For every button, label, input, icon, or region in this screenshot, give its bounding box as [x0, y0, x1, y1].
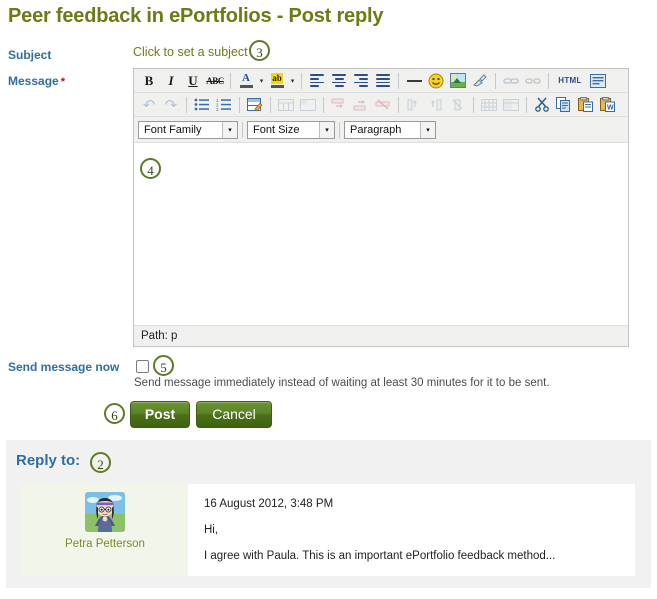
edit-table-icon[interactable] — [244, 95, 266, 115]
callout-marker-6: 6 — [104, 403, 125, 424]
avatar[interactable] — [85, 492, 125, 532]
toolbar-separator — [301, 72, 302, 89]
svg-text:3: 3 — [216, 107, 219, 111]
send-message-now-help-text: Send message immediately instead of wait… — [134, 377, 550, 389]
cancel-button[interactable]: Cancel — [196, 401, 272, 428]
insert-image-icon[interactable] — [447, 71, 469, 91]
text-color-icon[interactable]: A — [235, 71, 257, 91]
table-row-properties-icon[interactable] — [275, 95, 297, 115]
reply-to-heading: Reply to: — [16, 452, 81, 469]
callout-marker-4: 4 — [140, 158, 161, 179]
message-label-text: Message — [8, 74, 59, 88]
toolbar-separator — [548, 72, 549, 89]
italic-icon[interactable]: I — [160, 71, 182, 91]
bullet-list-icon[interactable] — [191, 95, 213, 115]
paragraph-format-value: Paragraph — [350, 123, 402, 136]
chevron-down-icon: ▾ — [222, 121, 237, 138]
toolbar-separator — [230, 72, 231, 89]
callout-marker-3: 3 — [249, 40, 270, 61]
paste-icon[interactable] — [575, 95, 597, 115]
delete-column-icon[interactable] — [447, 95, 469, 115]
subject-label: Subject — [8, 48, 52, 62]
post-button[interactable]: Post — [130, 401, 190, 428]
undo-icon[interactable]: ↶ — [138, 95, 160, 115]
editor-toolbar-row-2: ↶ ↷ 1 2 3 W — [134, 93, 628, 117]
post-author-column: Petra Petterson — [22, 484, 188, 576]
toolbar-separator — [398, 96, 399, 113]
background-color-dropdown-icon[interactable]: ▾ — [288, 71, 297, 91]
font-size-value: Font Size — [253, 123, 300, 136]
horizontal-rule-icon[interactable] — [403, 71, 425, 91]
table-cell-properties-icon[interactable] — [297, 95, 319, 115]
post-date: 16 August 2012, 3:48 PM — [204, 498, 334, 510]
original-post: Petra Petterson 16 August 2012, 3:48 PM … — [22, 484, 635, 576]
insert-link-icon[interactable] — [500, 71, 522, 91]
toolbar-separator — [186, 96, 187, 113]
toolbar-separator — [239, 96, 240, 113]
message-label: Message * — [8, 74, 65, 88]
font-family-value: Font Family — [144, 123, 202, 136]
editor-toolbar-row-1: B I U ABC A ▾ ab ▾ HTML — [134, 69, 628, 93]
toolbar-separator — [270, 96, 271, 113]
insert-column-after-icon[interactable] — [425, 95, 447, 115]
align-justify-icon[interactable] — [372, 71, 394, 91]
copy-icon[interactable] — [553, 95, 575, 115]
chevron-down-icon: ▾ — [420, 121, 435, 138]
font-family-select[interactable]: Font Family ▾ — [138, 120, 238, 139]
post-paragraph: Hi, — [204, 524, 219, 536]
text-color-dropdown-icon[interactable]: ▾ — [257, 71, 266, 91]
emoticon-icon[interactable] — [425, 71, 447, 91]
message-editor-body[interactable] — [134, 144, 628, 325]
insert-column-before-icon[interactable] — [403, 95, 425, 115]
fullscreen-icon[interactable] — [587, 71, 609, 91]
required-indicator: * — [60, 76, 65, 88]
clean-formatting-icon[interactable] — [469, 71, 491, 91]
align-right-icon[interactable] — [350, 71, 372, 91]
callout-marker-2: 2 — [90, 452, 111, 473]
toolbar-separator — [526, 96, 527, 113]
insert-row-after-icon[interactable] — [350, 95, 372, 115]
underline-icon[interactable]: U — [182, 71, 204, 91]
bold-icon[interactable]: B — [138, 71, 160, 91]
rich-text-editor[interactable]: B I U ABC A ▾ ab ▾ HTML ↶ ↷ 1 2 3 W Font… — [133, 68, 629, 347]
toolbar-separator — [339, 121, 340, 138]
paragraph-format-select[interactable]: Paragraph ▾ — [344, 120, 436, 139]
svg-text:W: W — [607, 105, 614, 112]
editor-toolbar-row-3: Font Family ▾ Font Size ▾ Paragraph ▾ — [134, 117, 628, 143]
page-title: Peer feedback in ePortfolios - Post repl… — [8, 5, 384, 27]
insert-row-before-icon[interactable] — [328, 95, 350, 115]
html-source-icon[interactable]: HTML — [553, 71, 587, 91]
toolbar-separator — [398, 72, 399, 89]
post-body-column: 16 August 2012, 3:48 PM Hi, I agree with… — [188, 484, 635, 576]
send-message-now-checkbox[interactable] — [136, 360, 149, 373]
split-cell-icon[interactable] — [478, 95, 500, 115]
chevron-down-icon: ▾ — [319, 121, 334, 138]
redo-icon[interactable]: ↷ — [160, 95, 182, 115]
toolbar-separator — [495, 72, 496, 89]
toolbar-separator — [323, 96, 324, 113]
strikethrough-icon[interactable]: ABC — [204, 71, 226, 91]
numbered-list-icon[interactable]: 1 2 3 — [213, 95, 235, 115]
background-color-icon[interactable]: ab — [266, 71, 288, 91]
delete-row-icon[interactable] — [372, 95, 394, 115]
toolbar-separator — [242, 121, 243, 138]
editor-status-bar: Path: p — [134, 325, 628, 346]
set-subject-link[interactable]: Click to set a subject — [133, 45, 248, 59]
merge-cell-icon[interactable] — [500, 95, 522, 115]
align-center-icon[interactable] — [328, 71, 350, 91]
post-author-name[interactable]: Petra Petterson — [65, 538, 145, 550]
font-size-select[interactable]: Font Size ▾ — [247, 120, 335, 139]
callout-marker-5: 5 — [153, 355, 174, 376]
align-left-icon[interactable] — [306, 71, 328, 91]
unlink-icon[interactable] — [522, 71, 544, 91]
paste-from-word-icon[interactable]: W — [597, 95, 619, 115]
post-paragraph: I agree with Paula. This is an important… — [204, 550, 556, 562]
toolbar-separator — [473, 96, 474, 113]
cut-icon[interactable] — [531, 95, 553, 115]
send-message-now-label: Send message now — [8, 360, 120, 374]
